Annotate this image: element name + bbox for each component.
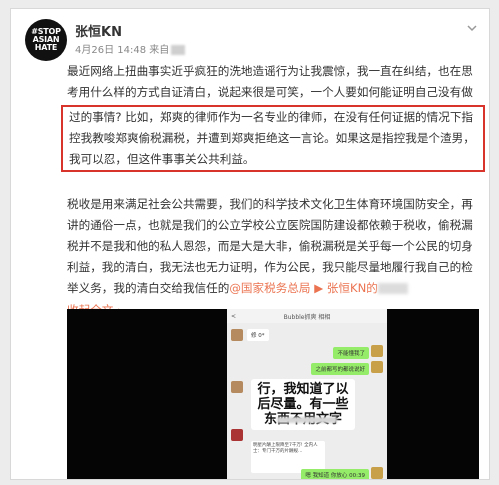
post-time-source: 4月26日 14:48 来自 [75, 45, 170, 56]
video-player[interactable]: < Bubble抓爽 相相 修 0* 不能懂我了 之前都写的都说说好 行，我知道… [67, 309, 479, 479]
paragraph-1: 最近网络上扭曲事实近乎疯狂的洗地造谣行为让我震惊，我一直在纠结，也在思考用什么样… [67, 61, 479, 103]
paragraph-2: 税收是用来满足社会公共需要，我们的科学技术文化卫生体育环境国防安全，再讲的通俗一… [67, 194, 479, 299]
weibo-post: #STOP ASIAN HATE 张恒KN 4月26日 14:48 来自 最近网… [10, 8, 490, 480]
paragraph-1-text: 最近网络上扭曲事实近乎疯狂的洗地造谣行为让我震惊，我一直在纠结，也在思考用什么样… [67, 64, 473, 99]
link-icon: ▶ [314, 281, 324, 295]
highlighted-text: 过的事情? 比如，郑爽的律师作为一名专业的律师，在没有任何证据的情况下指控我教唆… [69, 110, 475, 166]
chat-title: Bubble抓爽 相相 [283, 313, 331, 321]
mention-tax-bureau[interactable]: @国家税务总局 [229, 281, 310, 295]
mention-self[interactable]: 张恒KN的 [327, 281, 378, 295]
chevron-down-icon[interactable] [465, 21, 479, 35]
chat-sender-label: 修 0* [247, 329, 269, 341]
post-meta: 4月26日 14:48 来自 [75, 41, 186, 56]
chat-header: < Bubble抓爽 相相 [227, 309, 387, 323]
highlighted-passage: 过的事情? 比如，郑爽的律师作为一名专业的律师，在没有任何证据的情况下指控我教唆… [61, 105, 485, 172]
redacted-source [171, 45, 186, 55]
username[interactable]: 张恒KN [75, 21, 122, 40]
chat-bubble-right-3: 嗯 我知道 你放心 00:39 [301, 469, 369, 479]
redacted-bar [277, 417, 337, 423]
chat-screenshot: < Bubble抓爽 相相 修 0* 不能懂我了 之前都写的都说说好 行，我知道… [227, 309, 387, 479]
avatar[interactable]: #STOP ASIAN HATE [25, 19, 67, 61]
contact-avatar-2 [231, 381, 243, 393]
self-avatar-3 [371, 467, 383, 479]
self-avatar-2 [371, 361, 383, 373]
back-icon: < [231, 312, 237, 320]
self-avatar [371, 345, 383, 357]
chat-bubble-right-1: 不能懂我了 [333, 347, 369, 359]
contact-avatar [231, 329, 243, 341]
avatar-line-3: HATE [34, 43, 58, 52]
post-body: 最近网络上扭曲事实近乎疯狂的洗地造谣行为让我震惊，我一直在纠结，也在思考用什么样… [61, 61, 485, 321]
chat-bubble-right-2: 之前都写的都说说好 [311, 363, 369, 375]
contact-avatar-3 [231, 429, 243, 441]
redacted-link [377, 283, 408, 294]
